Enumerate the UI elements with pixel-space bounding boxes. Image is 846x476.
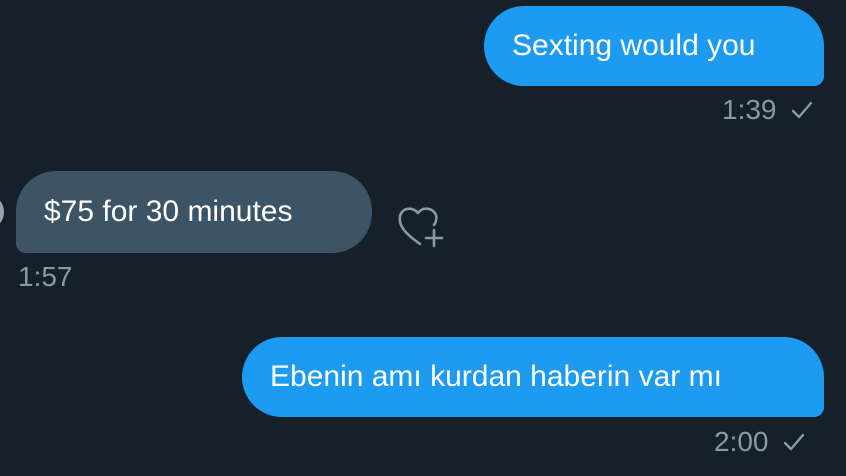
- message-timestamp: 2:00: [714, 426, 769, 457]
- message-text: Ebenin amı kurdan haberin var mı: [270, 360, 722, 393]
- message-text: Sexting would you: [512, 29, 756, 62]
- message-timestamp: 1:39: [722, 94, 777, 125]
- heart-plus-icon[interactable]: [396, 204, 446, 250]
- check-icon: [791, 101, 812, 119]
- check-icon: [783, 433, 804, 451]
- message-bubble-sent[interactable]: Sexting would you: [484, 6, 824, 86]
- message-meta: 2:00: [714, 424, 805, 460]
- avatar[interactable]: [0, 194, 4, 230]
- message-text: $75 for 30 minutes: [44, 195, 293, 228]
- message-bubble-received[interactable]: $75 for 30 minutes: [16, 171, 372, 253]
- message-meta: 1:39: [722, 92, 813, 128]
- message-timestamp: 1:57: [18, 261, 73, 292]
- message-meta: 1:57: [18, 258, 73, 296]
- conversation-thread: Sexting would you 1:39 $75 for 30 minute…: [0, 0, 846, 476]
- message-bubble-sent[interactable]: Ebenin amı kurdan haberin var mı: [242, 337, 824, 417]
